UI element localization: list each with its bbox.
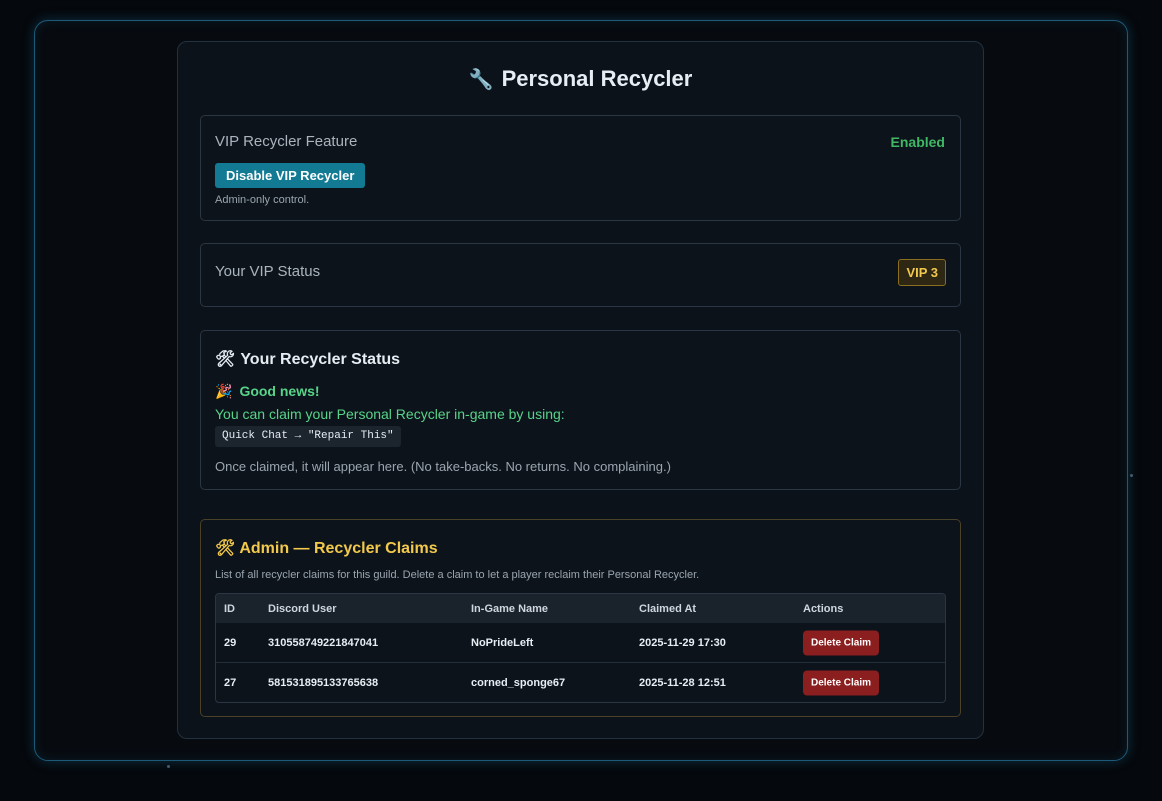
disable-vip-recycler-button[interactable]: Disable VIP Recycler [215,163,366,188]
vip-level-badge: VIP 3 [898,259,946,286]
claims-table: ID Discord User In-Game Name Claimed At … [215,593,946,703]
table-row: 27 581531895133765638 corned_sponge67 20… [216,663,945,702]
column-header-ingame-name: In-Game Name [471,602,549,615]
claim-discord-user: 310558749221847041 [268,636,379,649]
claim-instructions: You can claim your Personal Recycler in-… [215,406,565,422]
claim-id: 27 [224,677,237,689]
vip-feature-label: VIP Recycler Feature [215,133,358,150]
vip-status-label: Your VIP Status [215,263,321,280]
page-title-text: Personal Recycler [501,66,693,91]
claim-discord-user: 581531895133765638 [268,677,379,689]
claim-id: 29 [224,636,237,649]
good-news-line: 🎉 Good news! [215,383,320,400]
quick-chat-command: Quick Chat → "Repair This" [215,426,401,447]
hammer-wrench-icon: 🛠 [215,540,236,557]
admin-only-note: Admin-only control. [215,194,310,206]
table-header-row: ID Discord User In-Game Name Claimed At … [216,594,945,623]
delete-claim-button[interactable]: Delete Claim [803,630,880,655]
claim-ingame-name: corned_sponge67 [471,677,566,689]
recycler-status-card: 🛠 Your Recycler Status 🎉 Good news! You ca… [200,330,961,490]
feature-status-badge: Enabled [890,134,945,150]
claim-claimed-at: 2025-11-28 12:51 [639,677,726,689]
claim-footnote: Once claimed, it will appear here. (No t… [215,459,671,474]
recycler-status-heading: 🛠 Your Recycler Status [215,349,400,369]
column-header-claimed-at: Claimed At [639,602,697,615]
column-header-actions: Actions [803,602,844,615]
vip-feature-card: VIP Recycler Feature Enabled Disable VIP… [200,115,961,221]
admin-claims-description: List of all recycler claims for this gui… [215,569,700,581]
claim-ingame-name: NoPrideLeft [471,636,534,649]
hammer-wrench-icon: 🛠 [215,351,236,368]
admin-claims-title: Admin — Recycler Claims [239,540,438,557]
background-star [1130,474,1133,477]
claim-claimed-at: 2025-11-29 17:30 [639,636,726,649]
column-header-id: ID [224,602,235,615]
table-row: 29 310558749221847041 NoPrideLeft 2025-1… [216,623,945,663]
column-header-discord-user: Discord User [268,602,337,615]
page-title: 🔧 Personal Recycler [178,66,983,92]
admin-claims-heading: 🛠 Admin — Recycler Claims [215,538,438,558]
admin-claims-card: 🛠 Admin — Recycler Claims List of all rec… [200,519,961,717]
recycler-status-title: Your Recycler Status [240,351,401,368]
delete-claim-button[interactable]: Delete Claim [803,670,880,696]
recycler-panel: 🔧 Personal Recycler VIP Recycler Feature … [177,41,984,739]
vip-status-card: Your VIP Status VIP 3 [200,243,961,307]
good-news-text: Good news! [239,383,320,399]
background-star [167,765,170,768]
wrench-icon: 🔧 [468,69,494,91]
party-popper-icon: 🎉 [215,383,233,399]
